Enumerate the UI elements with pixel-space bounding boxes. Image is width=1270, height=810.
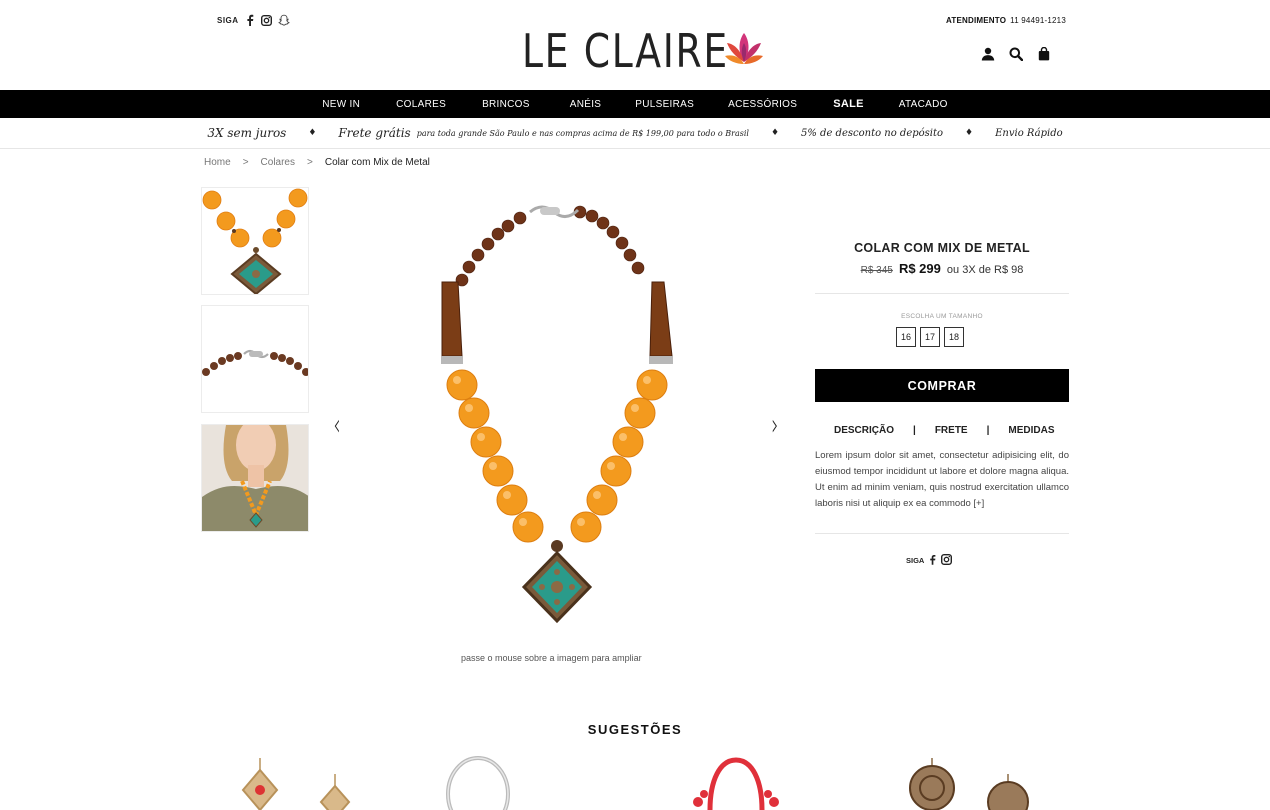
promo-shipping-title: Frete grátis <box>338 126 411 140</box>
user-icon[interactable] <box>980 46 996 62</box>
tab-separator: | <box>986 425 990 436</box>
size-label: ESCOLHA UM TAMANHO <box>901 313 983 320</box>
nav-item-brincos[interactable]: BRINCOS <box>482 99 530 110</box>
divider <box>815 533 1069 534</box>
product-title: COLAR COM MIX DE METAL <box>854 241 1030 255</box>
bag-icon[interactable] <box>1036 46 1052 62</box>
zoom-hint: passe o mouse sobre a imagem para amplia… <box>461 653 642 663</box>
breadcrumb-separator: > <box>307 157 313 168</box>
installment-price: ou 3X de R$ 98 <box>946 264 1024 276</box>
logo-text: LE CLAIRE <box>522 24 729 78</box>
promo-shipping-detail: para toda grande São Paulo e nas compras… <box>416 128 749 138</box>
buy-button[interactable]: COMPRAR <box>815 369 1069 402</box>
facebook-icon[interactable] <box>929 554 936 567</box>
divider <box>815 293 1069 294</box>
product-prices: R$ 345 R$ 299 ou 3X de R$ 98 <box>815 261 1069 276</box>
product-tabs: DESCRIÇÃO | FRETE | MEDIDAS <box>834 425 1055 436</box>
nav-item-pulseiras[interactable]: PULSEIRAS <box>635 99 694 110</box>
size-selector: 16 17 18 <box>896 327 964 347</box>
contact-label: ATENDIMENTO <box>946 16 1007 25</box>
contact-phone: 11 94491-1213 <box>1010 16 1066 25</box>
breadcrumb-separator: > <box>242 157 249 168</box>
nav-item-colares[interactable]: COLARES <box>396 99 446 110</box>
instagram-icon[interactable] <box>261 14 273 26</box>
breadcrumb-category[interactable]: Colares <box>261 157 295 168</box>
header-actions <box>980 46 1052 62</box>
search-icon[interactable] <box>1008 46 1024 62</box>
tab-descricao[interactable]: DESCRIÇÃO <box>834 425 894 436</box>
thumbnail-3[interactable] <box>201 424 309 532</box>
site-header: SIGA LE CLAIRE ATENDIMENTO 11 94491-1213 <box>0 0 1270 90</box>
tab-separator: | <box>913 425 916 436</box>
brand-logo[interactable]: LE CLAIRE <box>522 28 766 74</box>
size-option[interactable]: 16 <box>896 327 916 347</box>
promo-separator: ♦ <box>965 128 974 138</box>
suggestion-product-1[interactable] <box>225 750 365 810</box>
promo-separator: ♦ <box>308 128 317 138</box>
contact-info: ATENDIMENTO 11 94491-1213 <box>946 16 1066 25</box>
instagram-icon[interactable] <box>941 553 953 567</box>
promo-separator: ♦ <box>770 128 780 138</box>
breadcrumb: Home > Colares > Colar com Mix de Metal <box>204 157 430 168</box>
social-follow: SIGA <box>217 14 290 26</box>
follow-label: SIGA <box>906 556 925 565</box>
main-product-image[interactable] <box>380 188 735 638</box>
nav-item-new-in[interactable]: NEW IN <box>322 99 360 110</box>
old-price: R$ 345 <box>860 265 893 276</box>
thumbnail-2[interactable] <box>201 305 309 413</box>
product-social-follow: SIGA <box>906 553 953 567</box>
follow-label: SIGA <box>217 15 239 25</box>
suggestion-product-3[interactable] <box>680 750 820 810</box>
promo-discount: 5% de desconto no depósito <box>801 127 944 139</box>
nav-item-acessorios[interactable]: ACESSÓRIOS <box>728 99 797 110</box>
tab-medidas[interactable]: MEDIDAS <box>1008 425 1054 436</box>
promo-installments: 3X sem juros <box>207 126 287 140</box>
suggestions-title: SUGESTÕES <box>587 722 683 737</box>
nav-item-aneis[interactable]: ANÉIS <box>570 99 602 110</box>
snapchat-icon[interactable] <box>277 14 290 26</box>
suggestion-product-4[interactable] <box>900 750 1040 810</box>
thumbnail-1[interactable] <box>201 187 309 295</box>
facebook-icon[interactable] <box>244 14 256 26</box>
promo-fast: Envio Rápido <box>995 127 1063 139</box>
nav-item-sale[interactable]: SALE <box>833 98 864 110</box>
current-price: R$ 299 <box>898 261 941 276</box>
nav-item-atacado[interactable]: ATACADO <box>899 99 948 110</box>
suggestion-product-2[interactable] <box>435 750 575 810</box>
main-nav: NEW IN COLARES BRINCOS ANÉIS PULSEIRAS A… <box>0 90 1270 118</box>
tab-frete[interactable]: FRETE <box>935 425 968 436</box>
breadcrumb-current: Colar com Mix de Metal <box>324 157 430 168</box>
size-option[interactable]: 17 <box>920 327 940 347</box>
product-description: Lorem ipsum dolor sit amet, consectetur … <box>815 450 1069 509</box>
breadcrumb-home[interactable]: Home <box>204 157 231 168</box>
gallery-next-button[interactable]: › <box>771 408 778 443</box>
promo-bar: 3X sem juros ♦ Frete grátis para toda gr… <box>0 118 1270 149</box>
size-option[interactable]: 18 <box>944 327 964 347</box>
gallery-prev-button[interactable]: ‹ <box>333 408 340 443</box>
